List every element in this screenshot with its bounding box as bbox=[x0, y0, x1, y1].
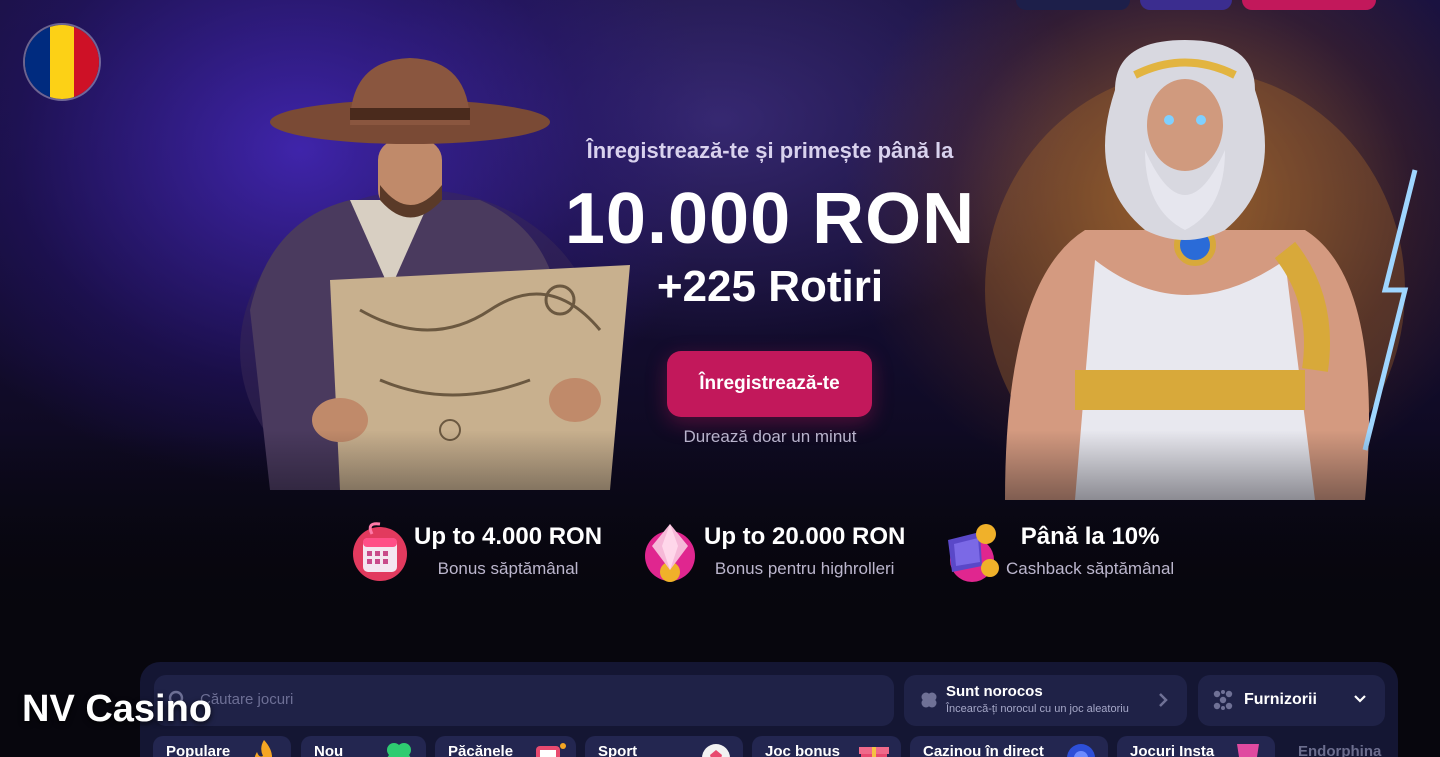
hero-headline: Înregistrează-te și primește până la bbox=[586, 138, 954, 163]
feeling-lucky-subtitle: Încearcă-ți norocul cu un joc aleatoriu bbox=[946, 703, 1129, 715]
tab-label: Nou bbox=[314, 743, 344, 757]
perk-subtitle: Bonus săptămânal bbox=[437, 559, 579, 578]
perk-weekly-bonus[interactable]: Up to 4.000 RON Bonus săptămânal bbox=[350, 518, 602, 584]
hero-free-spins: +225 Rotiri bbox=[656, 262, 884, 311]
fire-icon bbox=[254, 740, 273, 757]
tab-label: Endorphina bbox=[1298, 743, 1382, 757]
chevron-right-icon bbox=[1159, 693, 1168, 707]
feeling-lucky-title: Sunt norocos bbox=[946, 683, 1043, 700]
tab-label: Sport bbox=[598, 743, 638, 757]
tab-label: Joc bonus bbox=[765, 743, 841, 757]
tab-sport[interactable]: Sport bbox=[585, 736, 743, 757]
slot-machine-icon bbox=[536, 743, 566, 757]
soccer-ball-icon bbox=[702, 744, 730, 757]
perk-highroller-bonus[interactable]: Up to 20.000 RON Bonus pentru highroller… bbox=[640, 518, 905, 584]
clover-icon bbox=[921, 692, 937, 708]
perk-subtitle: Cashback săptămânal bbox=[1006, 559, 1175, 578]
gem-icon bbox=[640, 518, 700, 584]
cashback-icon bbox=[942, 518, 1002, 584]
tab-jocuri-insta[interactable]: Jocuri Insta bbox=[1117, 736, 1275, 757]
tab-joc-bonus[interactable]: Joc bonus bbox=[752, 736, 901, 757]
header-button-secondary[interactable] bbox=[1140, 0, 1232, 10]
tab-label: Jocuri Insta bbox=[1130, 743, 1215, 757]
tab-cazinou-in-direct[interactable]: Cazinou în direct bbox=[910, 736, 1108, 757]
tab-populare[interactable]: Populare bbox=[153, 736, 291, 757]
register-button[interactable]: Înregistrează-te bbox=[667, 351, 872, 417]
providers-grid-icon bbox=[1213, 690, 1233, 710]
search-placeholder: Căutare jocuri bbox=[200, 691, 294, 708]
header-button-login[interactable] bbox=[1016, 0, 1130, 10]
tab-label: Cazinou în direct bbox=[923, 743, 1044, 757]
site-name-watermark: NV Casino bbox=[22, 688, 213, 730]
tab-label: Populare bbox=[166, 743, 231, 757]
chevron-down-icon bbox=[1354, 695, 1366, 703]
clover-icon bbox=[387, 743, 411, 757]
gift-icon bbox=[859, 747, 889, 757]
perk-cashback[interactable]: Până la 10% Cashback săptămânal bbox=[942, 518, 1174, 584]
perk-title: Până la 10% bbox=[1020, 523, 1160, 550]
tab-nou[interactable]: Nou bbox=[301, 736, 426, 757]
perk-title: Up to 20.000 RON bbox=[704, 523, 906, 550]
flag-stripe-yellow bbox=[49, 25, 75, 99]
hero-bonus-amount: 10.000 RON bbox=[564, 179, 976, 259]
language-flag-romania[interactable] bbox=[23, 23, 101, 101]
tab-endorphina[interactable]: Endorphina bbox=[1285, 736, 1390, 757]
perk-title: Up to 4.000 RON bbox=[414, 523, 603, 550]
perk-subtitle: Bonus pentru highrolleri bbox=[714, 559, 895, 578]
tab-pacanele[interactable]: Păcănele bbox=[435, 736, 576, 757]
chip-icon bbox=[1067, 744, 1095, 757]
tab-label: Păcănele bbox=[448, 743, 514, 757]
calendar-icon bbox=[350, 518, 410, 584]
header-button-register[interactable] bbox=[1242, 0, 1376, 10]
register-subtext: Durează doar un minut bbox=[683, 427, 857, 446]
cup-icon bbox=[1237, 744, 1259, 757]
providers-label: Furnizorii bbox=[1244, 691, 1317, 708]
